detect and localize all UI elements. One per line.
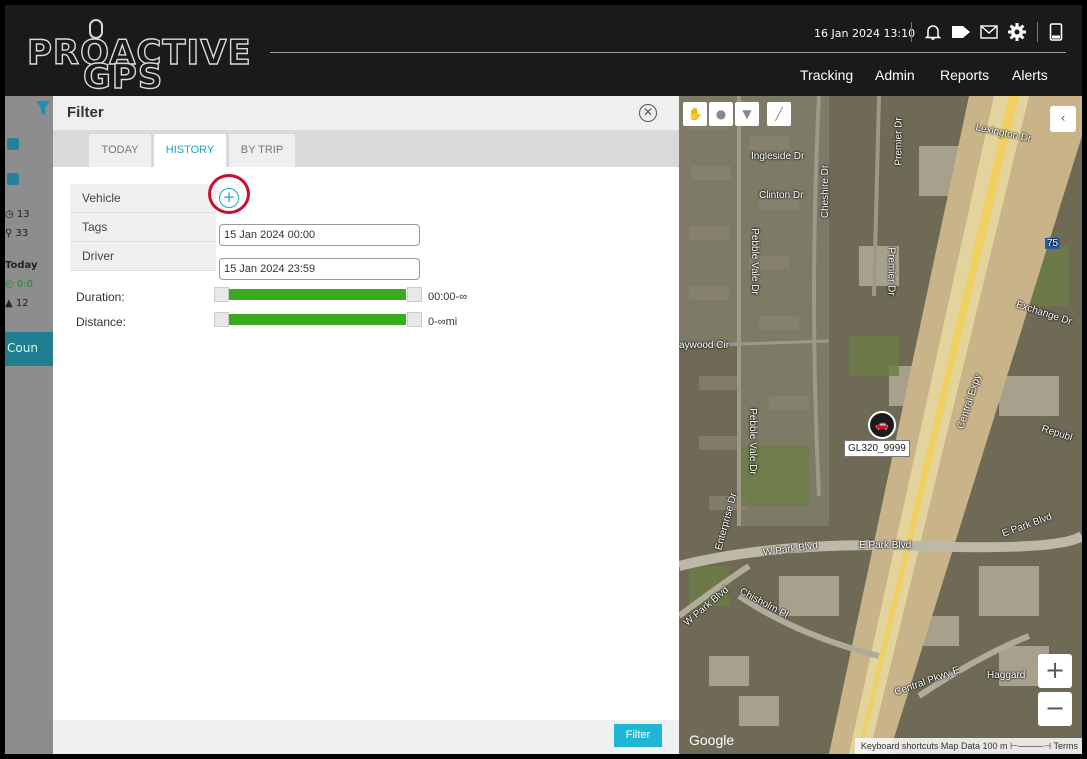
start-datetime-input[interactable]: 15 Jan 2024 00:00 (219, 224, 420, 246)
map-draw-toolbar: ✋ ● ▼ ╱ (683, 102, 791, 126)
header-divider (270, 52, 1066, 53)
proactive-gps-logo: PROACTIVE GPS (26, 19, 251, 98)
distance-slider-track (226, 314, 406, 325)
distance-min-handle[interactable] (214, 312, 229, 327)
phone-icon[interactable] (1045, 21, 1067, 43)
vehicle-car-icon[interactable]: 🚗 (868, 411, 896, 439)
pan-hand-icon[interactable]: ✋ (683, 102, 707, 126)
vehicle-checkbox[interactable] (7, 173, 19, 185)
header-separator (1037, 22, 1038, 42)
filter-panel: Filter ✕ TODAY HISTORY BY TRIP Vehicle T… (53, 96, 679, 754)
header-separator (911, 22, 912, 42)
duration-label: Duration: (76, 290, 125, 304)
street-label: Premier Dr (885, 247, 897, 296)
select-all-checkbox[interactable] (7, 138, 19, 150)
criteria-tags[interactable]: Tags (70, 213, 216, 242)
street-label: Pebble Vale Dr (748, 228, 760, 295)
list-duration-row: ◴ 0:0 (5, 279, 33, 290)
criteria-vehicle[interactable]: Vehicle (70, 184, 216, 213)
filter-tabs: TODAY HISTORY BY TRIP (53, 130, 679, 167)
duration-slider[interactable] (214, 287, 422, 302)
circle-draw-icon[interactable]: ● (709, 102, 733, 126)
end-datetime-input[interactable]: 15 Jan 2024 23:59 (219, 258, 420, 280)
filter-panel-header: Filter ✕ (53, 96, 679, 130)
street-label: Premier Dr (893, 117, 905, 166)
filter-funnel-icon[interactable] (35, 100, 51, 116)
duration-max-handle[interactable] (407, 287, 422, 302)
polygon-draw-icon[interactable]: ▼ (735, 102, 759, 126)
zoom-in-button[interactable]: + (1038, 654, 1072, 688)
duration-slider-track (226, 289, 406, 300)
tag-icon[interactable] (950, 21, 972, 43)
nav-admin[interactable]: Admin (875, 67, 915, 83)
current-datetime: 16 Jan 2024 13:10 (814, 27, 916, 40)
apply-filter-button[interactable]: Filter (614, 724, 662, 747)
zoom-out-button[interactable]: − (1038, 692, 1072, 726)
distance-value: 0-∞mi (428, 316, 458, 328)
list-distance-text: 12 (15, 298, 29, 309)
vehicle-label[interactable]: GL320_9999 (844, 440, 910, 457)
street-label: E Park Blvd (859, 540, 912, 551)
distance-label: Distance: (76, 315, 127, 329)
ruler-icon[interactable]: ╱ (767, 102, 791, 126)
list-time-row: ◷ 13 (5, 209, 30, 220)
street-label: Haggard (987, 670, 1026, 681)
street-label: Ingleside Dr (751, 151, 805, 162)
list-duration-text: 0:0 (16, 279, 33, 290)
tab-by-trip[interactable]: BY TRIP (229, 134, 295, 167)
filter-panel-footer: Filter (53, 720, 679, 754)
google-logo: Google (689, 732, 735, 748)
list-today-label: Today (5, 260, 38, 271)
list-distance-row: ▲ 12 (5, 298, 29, 309)
map-attribution[interactable]: Keyboard shortcuts Map Data 100 m ⊢────⊣… (854, 738, 1082, 754)
nav-tracking[interactable]: Tracking (800, 67, 853, 83)
distance-slider[interactable] (214, 312, 422, 327)
mail-icon[interactable] (978, 21, 1000, 43)
logo-text-bottom: GPS (82, 56, 164, 97)
criteria-driver[interactable]: Driver (70, 242, 216, 271)
street-label: Clinton Dr (759, 190, 804, 201)
collapse-map-panel-icon[interactable]: ‹ (1050, 106, 1076, 132)
app-header: PROACTIVE GPS 16 Jan 2024 13:10 Tracking… (5, 5, 1082, 98)
street-label: Cheshire Dr (820, 164, 832, 219)
duration-min-handle[interactable] (214, 287, 229, 302)
satellite-map[interactable]: ✋ ● ▼ ╱ ‹ Lexington Dr Ingleside Dr Prem… (679, 96, 1082, 754)
street-label: Pebble Vale Dr (746, 408, 758, 475)
close-filter-button[interactable]: ✕ (639, 104, 657, 122)
filter-criteria-menu: Vehicle Tags Driver (70, 184, 216, 271)
bell-icon[interactable] (922, 21, 944, 43)
list-location-row: ⚲ 33 (5, 228, 29, 239)
logo-pin-icon (89, 19, 103, 39)
street-label: aywood Cir (679, 340, 730, 351)
tab-history[interactable]: HISTORY (154, 134, 226, 167)
filter-panel-title: Filter (67, 104, 104, 121)
tab-today[interactable]: TODAY (89, 134, 151, 167)
nav-reports[interactable]: Reports (940, 67, 989, 83)
count-button[interactable]: Coun (5, 332, 53, 366)
nav-alerts[interactable]: Alerts (1012, 67, 1048, 83)
annotation-circle (208, 174, 250, 214)
highway-shield: 75 (1045, 238, 1061, 249)
duration-value: 00:00-∞ (428, 291, 468, 303)
distance-max-handle[interactable] (407, 312, 422, 327)
vehicle-list-sidebar: ◷ 13 ⚲ 33 Today ◴ 0:0 ▲ 12 Coun (5, 96, 53, 754)
list-location-text: 33 (15, 228, 29, 239)
list-time-text: 13 (16, 209, 30, 220)
gear-icon[interactable] (1006, 21, 1028, 43)
